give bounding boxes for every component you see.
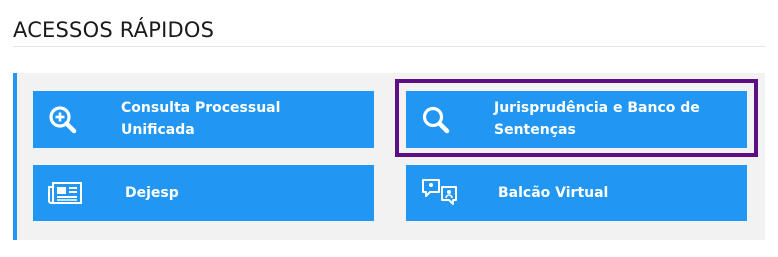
balcao-virtual-tile[interactable]: Balcão Virtual <box>406 165 747 221</box>
tile-label-line: Consulta Processual <box>121 100 281 116</box>
tile-label: Balcão Virtual <box>498 185 609 201</box>
dejesp-tile[interactable]: Dejesp <box>33 165 374 221</box>
zoom-in-icon <box>47 104 79 136</box>
title-divider <box>13 46 765 47</box>
chat-bubbles-icon <box>420 177 460 209</box>
consulta-processual-tile[interactable]: Consulta Processual Unificada <box>33 91 374 148</box>
section-title: ACESSOS RÁPIDOS <box>13 18 215 42</box>
selection-highlight <box>395 79 758 157</box>
tile-label: Consulta Processual Unificada <box>121 97 280 141</box>
tile-label-line: Unificada <box>121 122 195 138</box>
newspaper-icon <box>47 177 83 209</box>
tile-label: Dejesp <box>125 185 179 201</box>
